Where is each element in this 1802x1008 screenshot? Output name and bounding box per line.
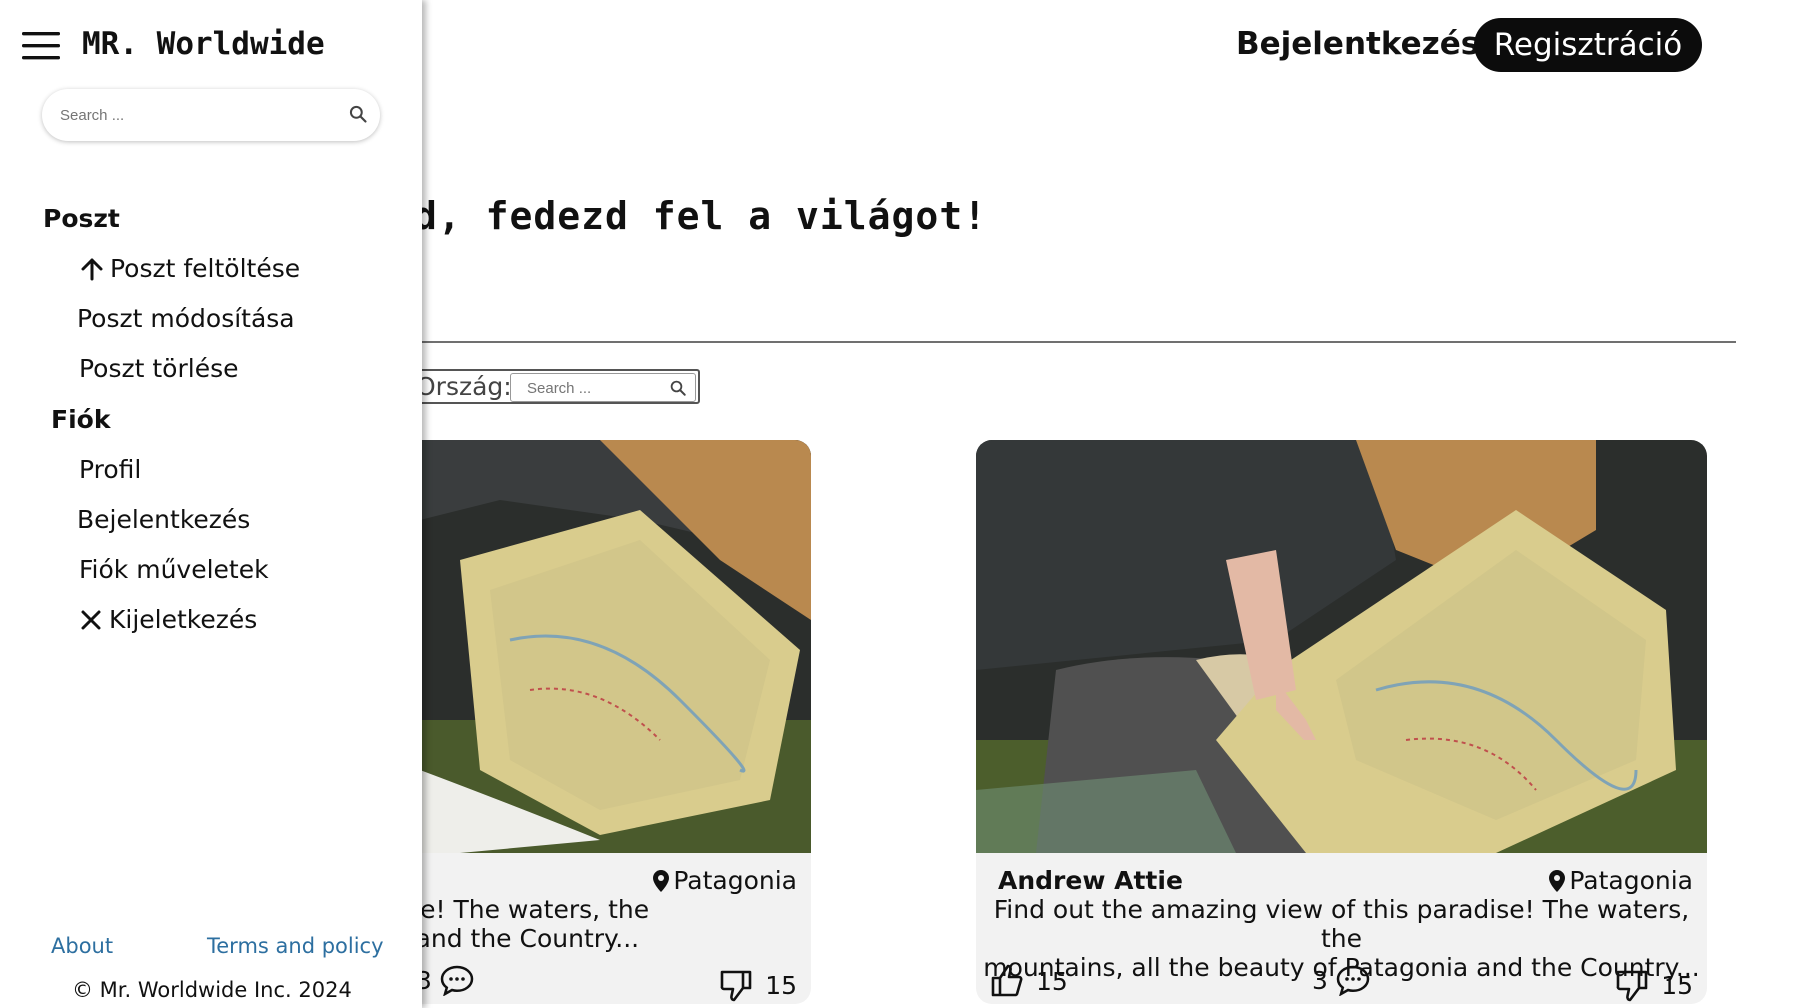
dislike-count: 15 bbox=[1661, 970, 1693, 1000]
post-location-label: Patagonia bbox=[673, 866, 797, 895]
brand-logo-text[interactable]: MR. Worldwide bbox=[82, 26, 325, 62]
sidebar-item-label: Poszt törlése bbox=[79, 354, 239, 383]
about-link[interactable]: About bbox=[51, 934, 113, 958]
sidebar-search bbox=[42, 89, 380, 141]
dislike-button[interactable]: 15 bbox=[1615, 968, 1693, 1002]
sidebar-item-kijelentkezes[interactable]: Kijeletkezés bbox=[79, 605, 257, 634]
comments-count: 3 bbox=[1312, 965, 1328, 995]
search-icon[interactable] bbox=[348, 104, 368, 124]
dislike-count: 15 bbox=[765, 970, 797, 1000]
thumbs-down-icon bbox=[720, 970, 752, 1002]
menu-icon[interactable] bbox=[22, 31, 62, 61]
map-pin-icon bbox=[653, 869, 670, 892]
post-location: Patagonia bbox=[1549, 866, 1693, 895]
sidebar-item-label: Poszt feltöltése bbox=[110, 254, 301, 283]
dislike-button[interactable]: 15 bbox=[719, 968, 797, 1002]
sidebar-item-label: Kijeletkezés bbox=[109, 605, 258, 634]
comments-button[interactable]: 3 bbox=[1312, 964, 1370, 996]
comment-icon bbox=[1336, 965, 1370, 996]
sidebar-item-label: Profil bbox=[79, 455, 142, 484]
sidebar-item-poszt-torlese[interactable]: Poszt törlése bbox=[79, 354, 239, 383]
sidebar-item-poszt-feltoltese[interactable]: Poszt feltöltése bbox=[80, 254, 300, 283]
terms-link[interactable]: Terms and policy bbox=[207, 934, 384, 958]
divider bbox=[420, 341, 1736, 343]
country-search bbox=[510, 373, 696, 402]
sidebar-item-profil[interactable]: Profil bbox=[79, 455, 141, 484]
post-author: Andrew Attie bbox=[998, 866, 1183, 895]
country-search-input[interactable] bbox=[525, 379, 669, 398]
sidebar-item-label: Fiók műveletek bbox=[79, 555, 269, 584]
search-icon[interactable] bbox=[669, 379, 687, 397]
like-count: 15 bbox=[1036, 966, 1068, 996]
post-location: Patagonia bbox=[653, 866, 797, 895]
sidebar-item-poszt-modositasa[interactable]: Poszt módosítása bbox=[77, 304, 295, 333]
map-pin-icon bbox=[1549, 869, 1566, 892]
country-filter-label: Ország: bbox=[416, 372, 512, 401]
sidebar-item-bejelentkezes[interactable]: Bejelentkezés bbox=[77, 505, 250, 534]
hero-title: d, fedezd fel a világot! bbox=[414, 194, 988, 238]
sidebar-heading-poszt: Poszt bbox=[43, 204, 120, 233]
post-card[interactable]: Andrew Attie Patagonia Find out the amaz… bbox=[976, 440, 1707, 1004]
post-photo bbox=[976, 440, 1707, 853]
sidebar: MR. Worldwide Poszt Poszt feltöltése Pos… bbox=[0, 0, 422, 1008]
like-button[interactable]: 15 bbox=[990, 964, 1068, 998]
comment-icon bbox=[440, 965, 474, 996]
thumbs-down-icon bbox=[1616, 970, 1648, 1002]
thumbs-up-icon bbox=[991, 964, 1023, 997]
comments-button[interactable]: 3 bbox=[416, 964, 474, 996]
register-button[interactable]: Regisztráció bbox=[1474, 18, 1702, 72]
topbar-login-link[interactable]: Bejelentkezés bbox=[1236, 26, 1479, 62]
sidebar-item-fiok-muveletek[interactable]: Fiók műveletek bbox=[79, 555, 269, 584]
sidebar-heading-fiok: Fiók bbox=[51, 405, 111, 434]
arrow-up-icon bbox=[81, 258, 103, 280]
post-description-line: Find out the amazing view of this paradi… bbox=[993, 895, 1690, 953]
sidebar-item-label: Bejelentkezés bbox=[77, 505, 251, 534]
sidebar-item-label: Poszt módosítása bbox=[77, 304, 295, 333]
copyright: © Mr. Worldwide Inc. 2024 bbox=[72, 978, 352, 1002]
close-icon bbox=[81, 610, 101, 629]
post-location-label: Patagonia bbox=[1569, 866, 1693, 895]
sidebar-search-input[interactable] bbox=[58, 106, 322, 125]
